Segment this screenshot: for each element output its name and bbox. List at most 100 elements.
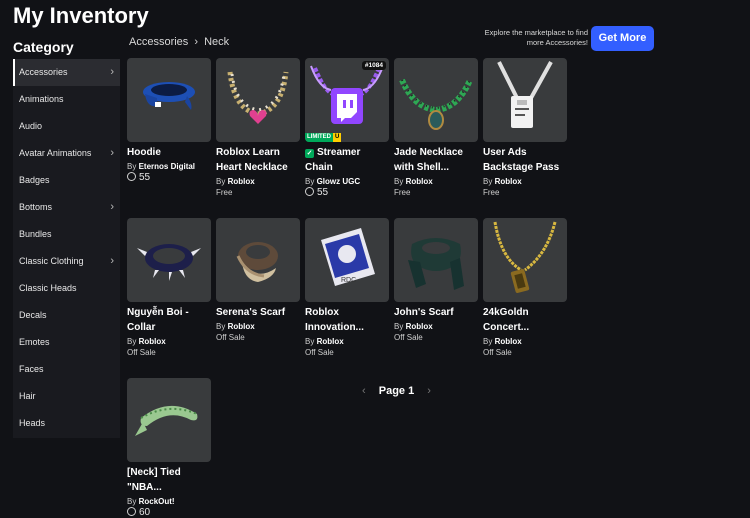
item-name-row[interactable]: Jade Necklace with Shell...	[394, 145, 478, 175]
item-price: 60	[139, 507, 151, 518]
item-card[interactable]: [Neck] Tied "NBA... By RockOut! 60	[127, 378, 211, 518]
item-price-row: 55	[127, 172, 211, 183]
sidebar-item-label: Badges	[19, 175, 50, 185]
page-label: Page 1	[378, 385, 415, 397]
item-price-row: Off Sale	[305, 348, 389, 357]
item-card[interactable]: Jade Necklace with Shell... By Roblox Free	[394, 58, 478, 197]
by-label: By	[305, 177, 315, 186]
item-card[interactable]: RDC Roblox Innovation... By Roblox Off Sale	[305, 218, 389, 357]
item-thumbnail[interactable]: #1084 LIMITED U	[305, 58, 389, 142]
item-price-row: Off Sale	[216, 333, 300, 342]
sidebar-item-label: Classic Heads	[19, 283, 77, 293]
item-creator[interactable]: Roblox	[495, 177, 522, 186]
sidebar-item-label: Accessories	[19, 67, 68, 77]
item-price-row: 55	[305, 187, 389, 198]
item-price-row: 60	[127, 507, 211, 518]
item-name-row[interactable]: Serena's Scarf	[216, 305, 300, 320]
item-card[interactable]: Nguyễn Boi - Collar By Roblox Off Sale	[127, 218, 211, 357]
item-thumbnail[interactable]	[483, 58, 567, 142]
item-creator[interactable]: Eternos Digital	[139, 162, 195, 171]
page-title: My Inventory	[13, 3, 149, 28]
item-name: User Ads Backstage Pass	[483, 147, 560, 173]
item-name-row[interactable]: John's Scarf	[394, 305, 478, 320]
category-sidebar: Category Accessories › Animations Audio Avat…	[13, 35, 120, 438]
item-name-row[interactable]: User Ads Backstage Pass	[483, 145, 567, 175]
sidebar-item-label: Hair	[19, 391, 36, 401]
chevron-right-icon: ›	[110, 147, 114, 159]
sidebar-item-heads[interactable]: Heads	[13, 410, 120, 437]
item-creator-row: By Eternos Digital	[127, 162, 211, 171]
sidebar-item-hair[interactable]: Hair	[13, 383, 120, 410]
sidebar-item-label: Classic Clothing	[19, 256, 84, 266]
item-creator-row: By Roblox	[127, 337, 211, 346]
sidebar-item-label: Faces	[19, 364, 44, 374]
item-thumbnail[interactable]	[216, 58, 300, 142]
item-card[interactable]: Serena's Scarf By Roblox Off Sale	[216, 218, 300, 342]
item-name: [Neck] Tied "NBA...	[127, 467, 181, 493]
item-name-row[interactable]: Nguyễn Boi - Collar	[127, 305, 211, 335]
item-thumbnail[interactable]	[483, 218, 567, 302]
breadcrumb-parent[interactable]: Accessories	[129, 36, 188, 48]
promo-text: Explore the marketplace to find more Acc…	[484, 28, 588, 47]
item-name-row[interactable]: 24kGoldn Concert...	[483, 305, 567, 335]
item-card[interactable]: Roblox Learn Heart Necklace By Roblox Free	[216, 58, 300, 197]
sidebar-item-animations[interactable]: Animations	[13, 86, 120, 113]
sidebar-item-classic-heads[interactable]: Classic Heads	[13, 275, 120, 302]
item-price-row: Free	[483, 188, 567, 197]
item-card[interactable]: #1084 LIMITED U ✓ Streamer Chain By Glowz UGC…	[305, 58, 389, 198]
by-label: By	[127, 337, 137, 346]
item-thumbnail[interactable]	[394, 218, 478, 302]
item-name-row[interactable]: Roblox Learn Heart Necklace	[216, 145, 300, 175]
chevron-right-icon: ›	[110, 255, 114, 267]
by-label: By	[394, 322, 404, 331]
sidebar-item-avatar-animations[interactable]: Avatar Animations ›	[13, 140, 120, 167]
sidebar-item-audio[interactable]: Audio	[13, 113, 120, 140]
sidebar-item-decals[interactable]: Decals	[13, 302, 120, 329]
sidebar-item-faces[interactable]: Faces	[13, 356, 120, 383]
item-creator[interactable]: Roblox	[406, 322, 433, 331]
sidebar-item-classic-clothing[interactable]: Classic Clothing ›	[13, 248, 120, 275]
item-price: Off Sale	[394, 333, 423, 342]
item-creator[interactable]: Roblox	[228, 322, 255, 331]
item-card[interactable]: Hoodie By Eternos Digital 55	[127, 58, 211, 183]
item-name-row[interactable]: Roblox Innovation...	[305, 305, 389, 335]
item-thumbnail[interactable]	[216, 218, 300, 302]
item-card[interactable]: 24kGoldn Concert... By Roblox Off Sale	[483, 218, 567, 357]
by-label: By	[483, 337, 493, 346]
item-creator[interactable]: RockOut!	[139, 497, 175, 506]
item-creator[interactable]: Roblox	[228, 177, 255, 186]
item-name: Hoodie	[127, 147, 161, 158]
sidebar-item-badges[interactable]: Badges	[13, 167, 120, 194]
sidebar-item-label: Heads	[19, 418, 46, 428]
sidebar-item-label: Bottoms	[19, 202, 53, 212]
item-creator[interactable]: Roblox	[317, 337, 344, 346]
item-creator[interactable]: Glowz UGC	[317, 177, 361, 186]
item-name-row[interactable]: [Neck] Tied "NBA...	[127, 465, 211, 495]
verified-check-icon: ✓	[305, 149, 314, 158]
item-name-row[interactable]: ✓ Streamer Chain	[305, 145, 389, 175]
sidebar-item-bottoms[interactable]: Bottoms ›	[13, 194, 120, 221]
sidebar-item-accessories[interactable]: Accessories ›	[13, 59, 120, 86]
item-thumbnail[interactable]	[127, 378, 211, 462]
item-creator[interactable]: Roblox	[495, 337, 522, 346]
chevron-right-icon: ›	[110, 201, 114, 213]
item-price-row: Off Sale	[394, 333, 478, 342]
prev-page-button[interactable]: ‹	[362, 385, 366, 397]
by-label: By	[483, 177, 493, 186]
sidebar-item-bundles[interactable]: Bundles	[13, 221, 120, 248]
item-creator[interactable]: Roblox	[406, 177, 433, 186]
get-more-button[interactable]: Get More	[591, 26, 654, 51]
item-thumbnail[interactable]	[394, 58, 478, 142]
item-card[interactable]: John's Scarf By Roblox Off Sale	[394, 218, 478, 342]
item-creator[interactable]: Roblox	[139, 337, 166, 346]
breadcrumb-separator: ›	[194, 36, 199, 48]
item-name-row[interactable]: Hoodie	[127, 145, 211, 160]
sidebar-item-emotes[interactable]: Emotes	[13, 329, 120, 356]
next-page-button[interactable]: ›	[427, 385, 431, 397]
item-thumbnail[interactable]	[127, 218, 211, 302]
item-thumbnail[interactable]	[127, 58, 211, 142]
item-card[interactable]: User Ads Backstage Pass By Roblox Free	[483, 58, 567, 197]
item-price: Off Sale	[216, 333, 245, 342]
item-thumbnail[interactable]: RDC	[305, 218, 389, 302]
category-list: Accessories › Animations Audio Avatar Animat…	[13, 59, 120, 438]
